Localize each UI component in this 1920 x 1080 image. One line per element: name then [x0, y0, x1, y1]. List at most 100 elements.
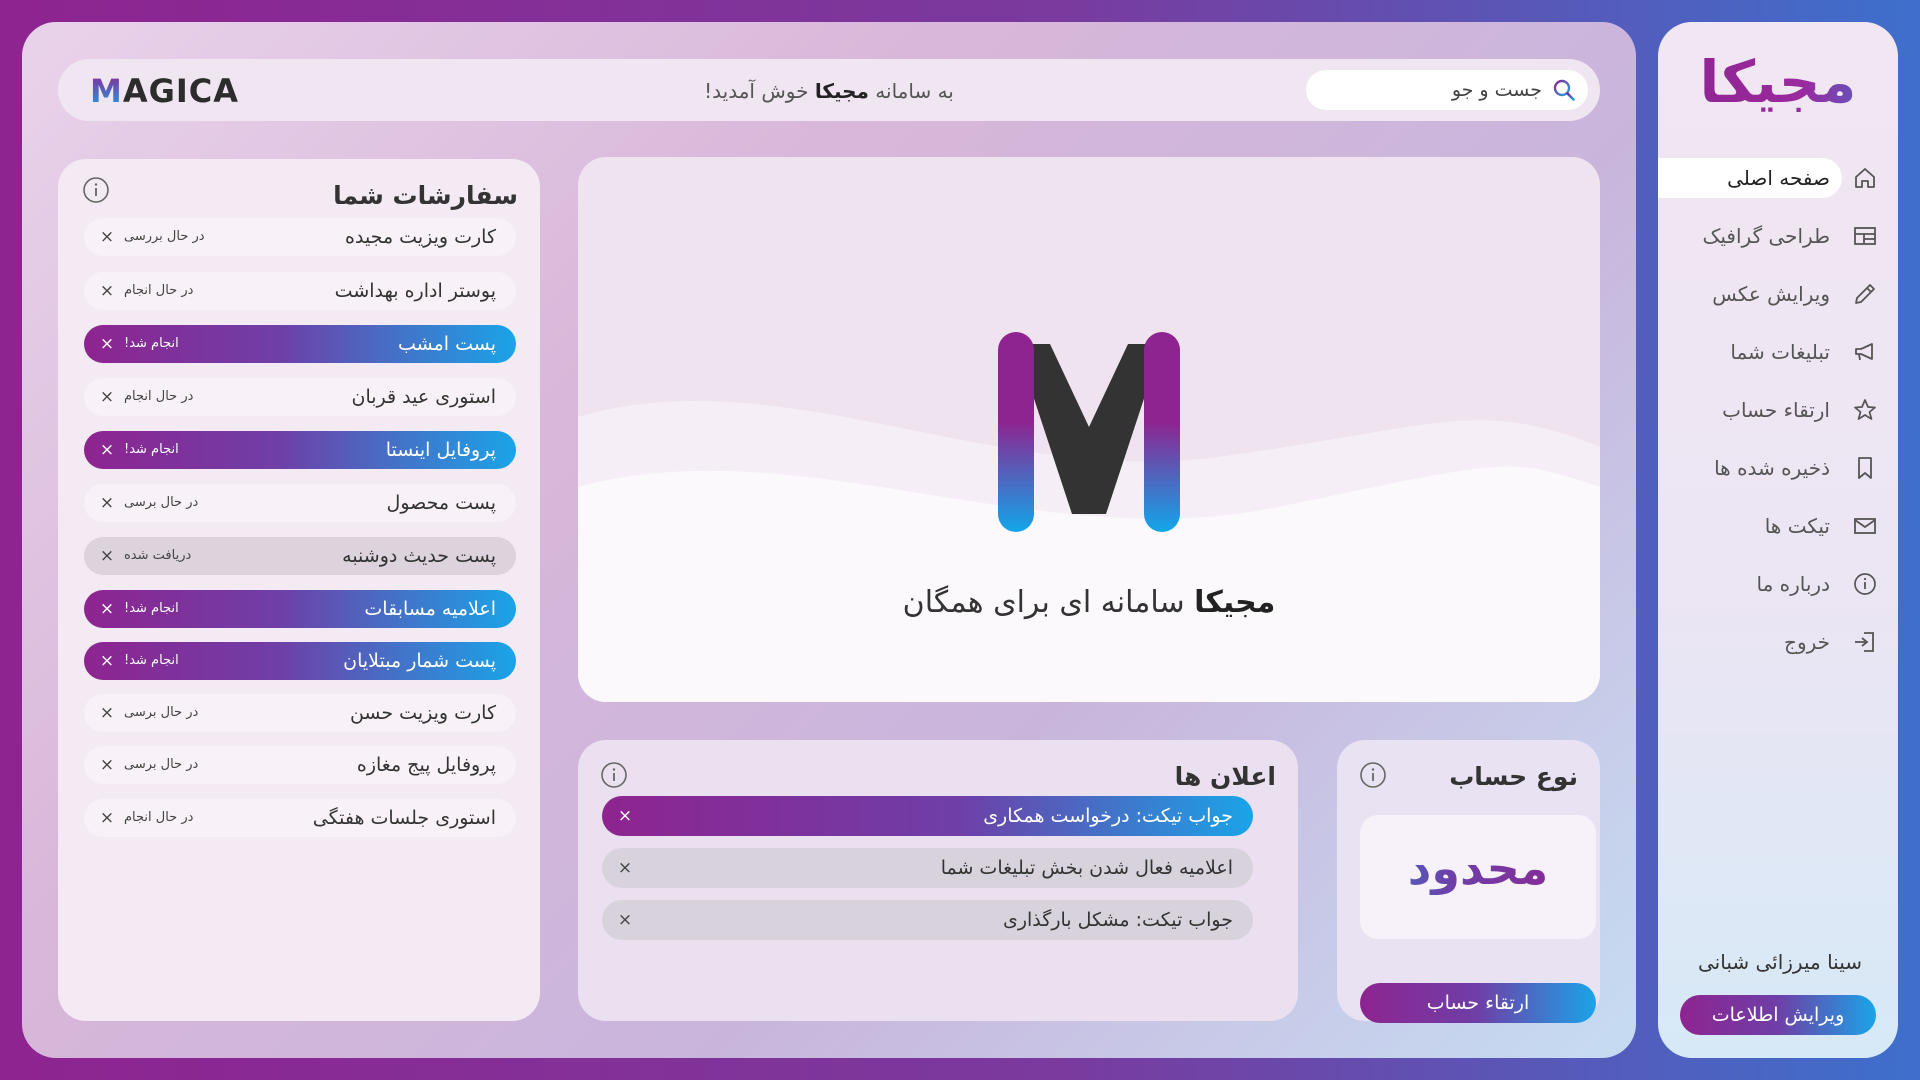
sidebar-item[interactable]: طراحی گرافیک — [1658, 216, 1898, 256]
notification-text: اعلامیه فعال شدن بخش تبلیغات شما — [940, 857, 1233, 879]
sidebar-item[interactable]: ارتقاء حساب — [1658, 390, 1898, 430]
order-status: دریافت شده — [124, 548, 192, 563]
order-item[interactable]: پروفایل پیج مغازه در حال برسی × — [84, 746, 516, 784]
notification-item[interactable]: جواب تیکت: مشکل بارگذاری × — [602, 900, 1253, 940]
hero-tagline: مجیکا سامانه ای برای همگان — [578, 585, 1600, 620]
sidebar-item[interactable]: ویرایش عکس — [1658, 274, 1898, 314]
sidebar-item-label: صفحه اصلی — [1727, 166, 1830, 190]
search-input[interactable] — [1322, 70, 1542, 110]
info-icon — [1854, 573, 1876, 595]
order-item[interactable]: پست امشب انجام شد! × — [84, 325, 516, 363]
top-bar: MAGICA به سامانه مجیکا خوش آمدید! — [58, 59, 1600, 121]
order-title: استوری عید قربان — [351, 386, 496, 408]
account-card: نوع حساب محدود ارتقاء حساب — [1337, 740, 1600, 1023]
brand-logo[interactable]: مجیکا — [1658, 48, 1898, 116]
order-status: در حال انجام — [124, 283, 194, 298]
order-status: در حال انجام — [124, 389, 194, 404]
megaphone-icon — [1855, 343, 1873, 361]
close-icon[interactable]: × — [96, 598, 118, 620]
order-item[interactable]: پروفایل اینستا انجام شد! × — [84, 431, 516, 469]
sidebar-item[interactable]: صفحه اصلی — [1658, 158, 1898, 198]
order-item[interactable]: پست حدیث دوشنبه دریافت شده × — [84, 537, 516, 575]
close-icon[interactable]: × — [96, 807, 118, 829]
sidebar-item[interactable]: ذخیره شده ها — [1658, 448, 1898, 488]
close-icon[interactable]: × — [614, 909, 636, 931]
welcome-brand: مجیکا — [814, 79, 869, 103]
sidebar-item[interactable]: تبلیغات شما — [1658, 332, 1898, 372]
order-item[interactable]: پست محصول در حال برسی × — [84, 484, 516, 522]
sidebar-item-label: ویرایش عکس — [1712, 282, 1830, 306]
close-icon[interactable]: × — [614, 805, 636, 827]
welcome-suffix: خوش آمدید! — [704, 79, 809, 103]
account-type-box: محدود — [1360, 815, 1596, 939]
star-icon — [1854, 399, 1876, 420]
account-type-value: محدود — [1360, 841, 1596, 895]
edit-profile-button[interactable]: ویرایش اطلاعات — [1680, 995, 1876, 1035]
order-title: پوستر اداره بهداشت — [334, 280, 496, 302]
order-status: انجام شد! — [124, 442, 179, 457]
order-status: انجام شد! — [124, 601, 179, 616]
close-icon[interactable]: × — [614, 857, 636, 879]
sidebar-item-label: ارتقاء حساب — [1722, 398, 1830, 422]
order-item[interactable]: اعلامیه مسابقات انجام شد! × — [84, 590, 516, 628]
close-icon[interactable]: × — [96, 492, 118, 514]
notification-item[interactable]: اعلامیه فعال شدن بخش تبلیغات شما × — [602, 848, 1253, 888]
info-icon[interactable] — [1359, 761, 1387, 789]
order-title: کارت ویزیت حسن — [349, 702, 496, 724]
mail-icon — [1854, 518, 1876, 534]
order-status: انجام شد! — [124, 653, 179, 668]
notifications-card: اعلان ها جواب تیکت: درخواست همکاری × اعلام… — [578, 740, 1298, 1021]
order-item[interactable]: کارت ویزیت مجیده در حال بررسی × — [84, 218, 516, 256]
sidebar-item[interactable]: درباره ما — [1658, 564, 1898, 604]
order-title: پروفایل پیج مغازه — [356, 754, 496, 776]
order-status: در حال برسی — [124, 705, 199, 720]
sidebar-item-label: ذخیره شده ها — [1714, 456, 1830, 480]
order-item[interactable]: استوری عید قربان در حال انجام × — [84, 378, 516, 416]
search-box[interactable] — [1306, 70, 1588, 110]
order-item[interactable]: پوستر اداره بهداشت در حال انجام × — [84, 272, 516, 310]
search-icon[interactable] — [1552, 78, 1576, 102]
order-item[interactable]: استوری جلسات هفتگی در حال انجام × — [84, 799, 516, 837]
close-icon[interactable]: × — [96, 702, 118, 724]
order-title: کارت ویزیت مجیده — [345, 226, 496, 248]
sidebar-item-label: خروج — [1784, 630, 1830, 654]
sidebar-item-label: طراحی گرافیک — [1702, 224, 1830, 248]
order-title: استوری جلسات هفتگی — [312, 807, 496, 829]
notification-item[interactable]: جواب تیکت: درخواست همکاری × — [602, 796, 1253, 836]
upgrade-account-button[interactable]: ارتقاء حساب — [1360, 983, 1596, 1023]
close-icon[interactable]: × — [96, 754, 118, 776]
sidebar-item[interactable]: تیکت ها — [1658, 506, 1898, 546]
close-icon[interactable]: × — [96, 333, 118, 355]
bookmark-icon — [1858, 457, 1872, 479]
info-icon[interactable] — [82, 176, 110, 204]
order-status: انجام شد! — [124, 336, 179, 351]
order-status: در حال برسی — [124, 757, 199, 772]
sidebar-item-label: تبلیغات شما — [1730, 340, 1830, 364]
account-title: نوع حساب — [1449, 762, 1578, 791]
layout-icon — [1854, 227, 1876, 245]
order-title: پست محصول — [386, 492, 496, 514]
hero-card: مجیکا سامانه ای برای همگان — [578, 157, 1600, 702]
order-title: پست حدیث دوشنبه — [342, 545, 496, 567]
sidebar-item[interactable]: خروج — [1658, 622, 1898, 662]
pencil-icon — [1855, 284, 1875, 304]
close-icon[interactable]: × — [96, 226, 118, 248]
home-icon — [1855, 168, 1875, 188]
close-icon[interactable]: × — [96, 650, 118, 672]
order-title: اعلامیه مسابقات — [364, 598, 496, 620]
close-icon[interactable]: × — [96, 439, 118, 461]
sidebar-item-label: درباره ما — [1756, 572, 1830, 596]
close-icon[interactable]: × — [96, 386, 118, 408]
info-icon[interactable] — [600, 761, 628, 789]
hero-tagline-text: سامانه ای برای همگان — [902, 585, 1185, 620]
welcome-prefix: به سامانه — [875, 79, 954, 103]
order-item[interactable]: پست شمار مبتلایان انجام شد! × — [84, 642, 516, 680]
close-icon[interactable]: × — [96, 280, 118, 302]
order-item[interactable]: کارت ویزیت حسن در حال برسی × — [84, 694, 516, 732]
magica-m-logo — [998, 332, 1180, 532]
orders-title: سفارشات شما — [333, 181, 518, 210]
close-icon[interactable]: × — [96, 545, 118, 567]
notifications-title: اعلان ها — [1174, 762, 1276, 791]
order-title: پست شمار مبتلایان — [343, 650, 496, 672]
order-status: در حال انجام — [124, 810, 194, 825]
